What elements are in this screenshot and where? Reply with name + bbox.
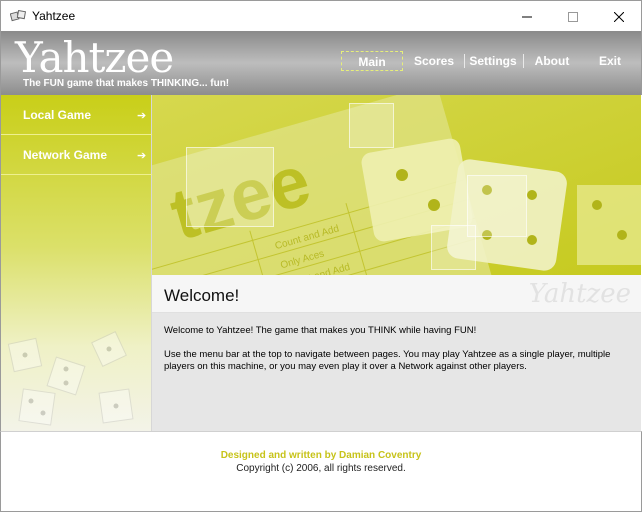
sidebar-item-local-game[interactable]: Local Game ➔ (1, 95, 152, 135)
nav-separator (464, 54, 465, 68)
highlight-panel (349, 103, 394, 148)
nav-about[interactable]: About (528, 51, 576, 71)
nav-separator (523, 54, 524, 68)
close-button[interactable] (596, 1, 642, 32)
highlight-panel (467, 175, 527, 237)
copyright-text: Copyright (c) 2006, all rights reserved. (236, 463, 406, 474)
author-credit: Designed and written by Damian Coventry (220, 450, 422, 461)
dice-background-decoration (7, 331, 134, 426)
nav-main[interactable]: Main (341, 51, 403, 71)
nav-scores[interactable]: Scores (409, 51, 459, 71)
arrow-right-icon: ➔ (137, 110, 147, 122)
content-header: Welcome! Yahtzee (152, 275, 641, 313)
page-title: Welcome! (164, 286, 240, 305)
close-icon (614, 11, 624, 22)
arrow-right-icon: ➔ (137, 150, 147, 162)
hero-banner: tzee Count and Add Only Aces Count and A… (152, 95, 641, 275)
minimize-icon (522, 16, 532, 17)
sidebar-item-network-game[interactable]: Network Game ➔ (1, 135, 152, 175)
content-body: Welcome to Yahtzee! The game that makes … (152, 313, 641, 431)
nav-exit[interactable]: Exit (591, 51, 629, 71)
instructions-paragraph: Use the menu bar at the top to navigate … (164, 349, 611, 372)
app-header: Yahtzee The FUN game that makes THINKING… (0, 31, 642, 95)
window-title: Yahtzee (32, 9, 76, 23)
sidebar: Local Game ➔ Network Game ➔ (0, 95, 152, 431)
highlight-panel (431, 225, 476, 270)
window-titlebar: Yahtzee (0, 0, 642, 31)
welcome-paragraph: Welcome to Yahtzee! The game that makes … (164, 325, 477, 336)
footer: Designed and written by Damian Coventry … (0, 431, 642, 512)
sidebar-item-label: Network Game (23, 148, 108, 162)
nav-settings[interactable]: Settings (466, 51, 520, 71)
sidebar-item-label: Local Game (23, 108, 92, 122)
minimize-button[interactable] (504, 1, 550, 32)
app-tagline: The FUN game that makes THINKING... fun! (23, 78, 230, 89)
dice-app-icon (10, 10, 26, 22)
highlight-panel (186, 147, 274, 227)
app-logo: Yahtzee (15, 33, 174, 82)
maximize-icon (568, 11, 578, 22)
yahtzee-watermark: Yahtzee (528, 279, 631, 309)
maximize-button[interactable] (550, 1, 596, 32)
